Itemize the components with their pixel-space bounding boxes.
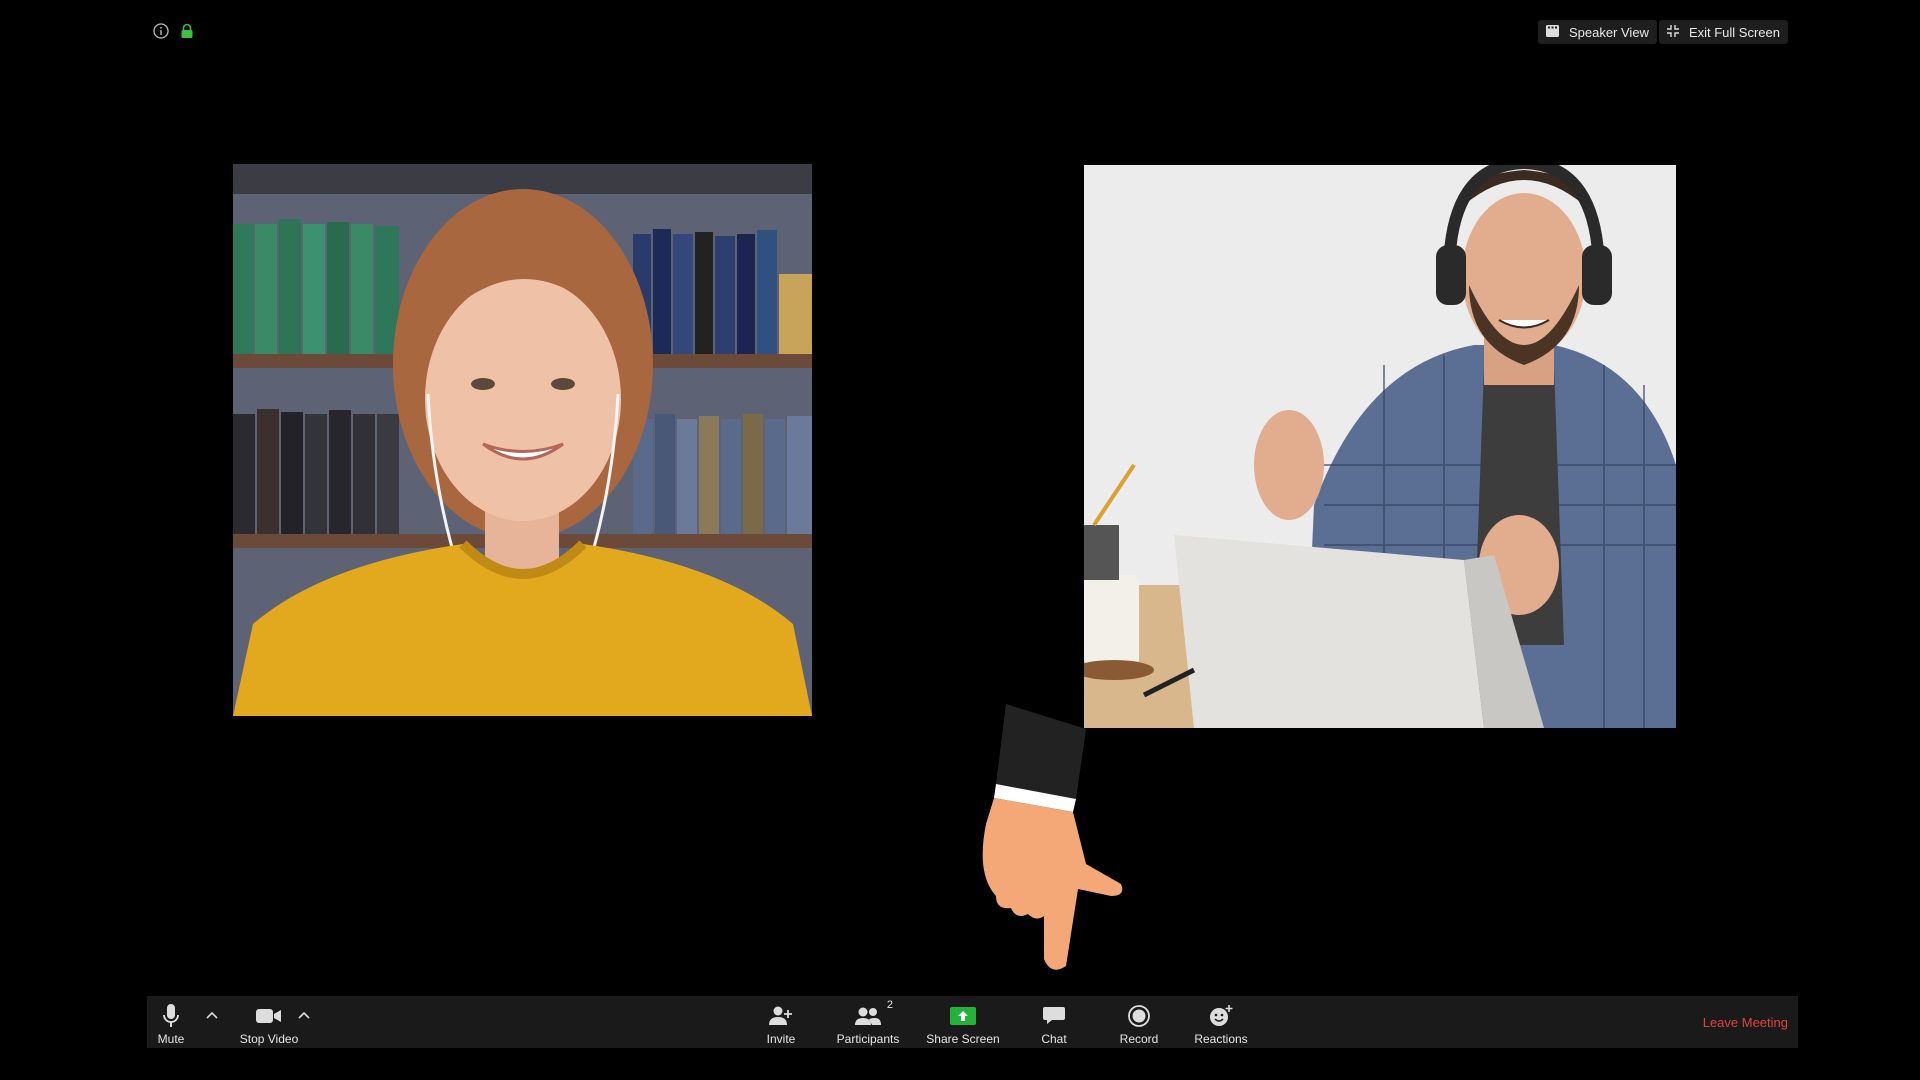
participants-button[interactable]: 2 Participants [834,996,902,1048]
invite-button[interactable]: Invite [756,996,806,1048]
speaker-view-button[interactable]: Speaker View [1537,20,1657,44]
video-camera-icon [256,1003,282,1029]
reactions-label: Reactions [1194,1032,1248,1046]
participants-label: Participants [836,1032,900,1046]
participant-video-1[interactable] [233,164,812,716]
exit-full-screen-button[interactable]: Exit Full Screen [1658,20,1788,44]
record-label: Record [1119,1032,1159,1046]
info-icon[interactable] [152,22,170,40]
microphone-icon [163,1003,179,1029]
record-icon [1128,1003,1150,1029]
chat-icon [1043,1003,1065,1029]
mute-button[interactable]: Mute [151,996,191,1048]
meeting-toolbar: Mute Stop Video Invite 2 Participants Sh… [147,996,1798,1048]
mute-label: Mute [157,1032,185,1046]
share-screen-icon [950,1003,976,1029]
participants-icon: 2 [855,999,893,1029]
leave-meeting-button[interactable]: Leave Meeting [1703,1015,1788,1030]
audio-options-chevron-up-icon[interactable] [204,1008,220,1024]
reactions-button[interactable]: Reactions [1187,996,1255,1048]
record-button[interactable]: Record [1109,996,1169,1048]
meeting-status [152,22,196,40]
exit-full-screen-label: Exit Full Screen [1688,24,1780,40]
participant-2-video-frame [1084,165,1676,728]
chat-label: Chat [1041,1032,1067,1046]
reactions-icon [1209,1003,1233,1029]
invite-label: Invite [766,1032,796,1046]
pointing-hand-illustration [966,704,1126,974]
share-screen-button[interactable]: Share Screen [926,996,1000,1048]
chat-button[interactable]: Chat [1032,996,1076,1048]
video-options-chevron-up-icon[interactable] [296,1008,312,1024]
invite-icon [769,1003,793,1029]
participants-count: 2 [886,999,893,1011]
speaker-view-icon [1545,24,1559,40]
speaker-view-label: Speaker View [1568,24,1649,40]
share-screen-label: Share Screen [926,1032,1000,1046]
view-controls: Speaker View Exit Full Screen [1537,20,1788,44]
exit-fullscreen-icon [1666,24,1679,40]
participant-1-video-frame [233,164,812,716]
lock-icon[interactable] [178,22,196,40]
stop-video-label: Stop Video [239,1032,299,1046]
participant-video-2[interactable] [1084,165,1676,728]
